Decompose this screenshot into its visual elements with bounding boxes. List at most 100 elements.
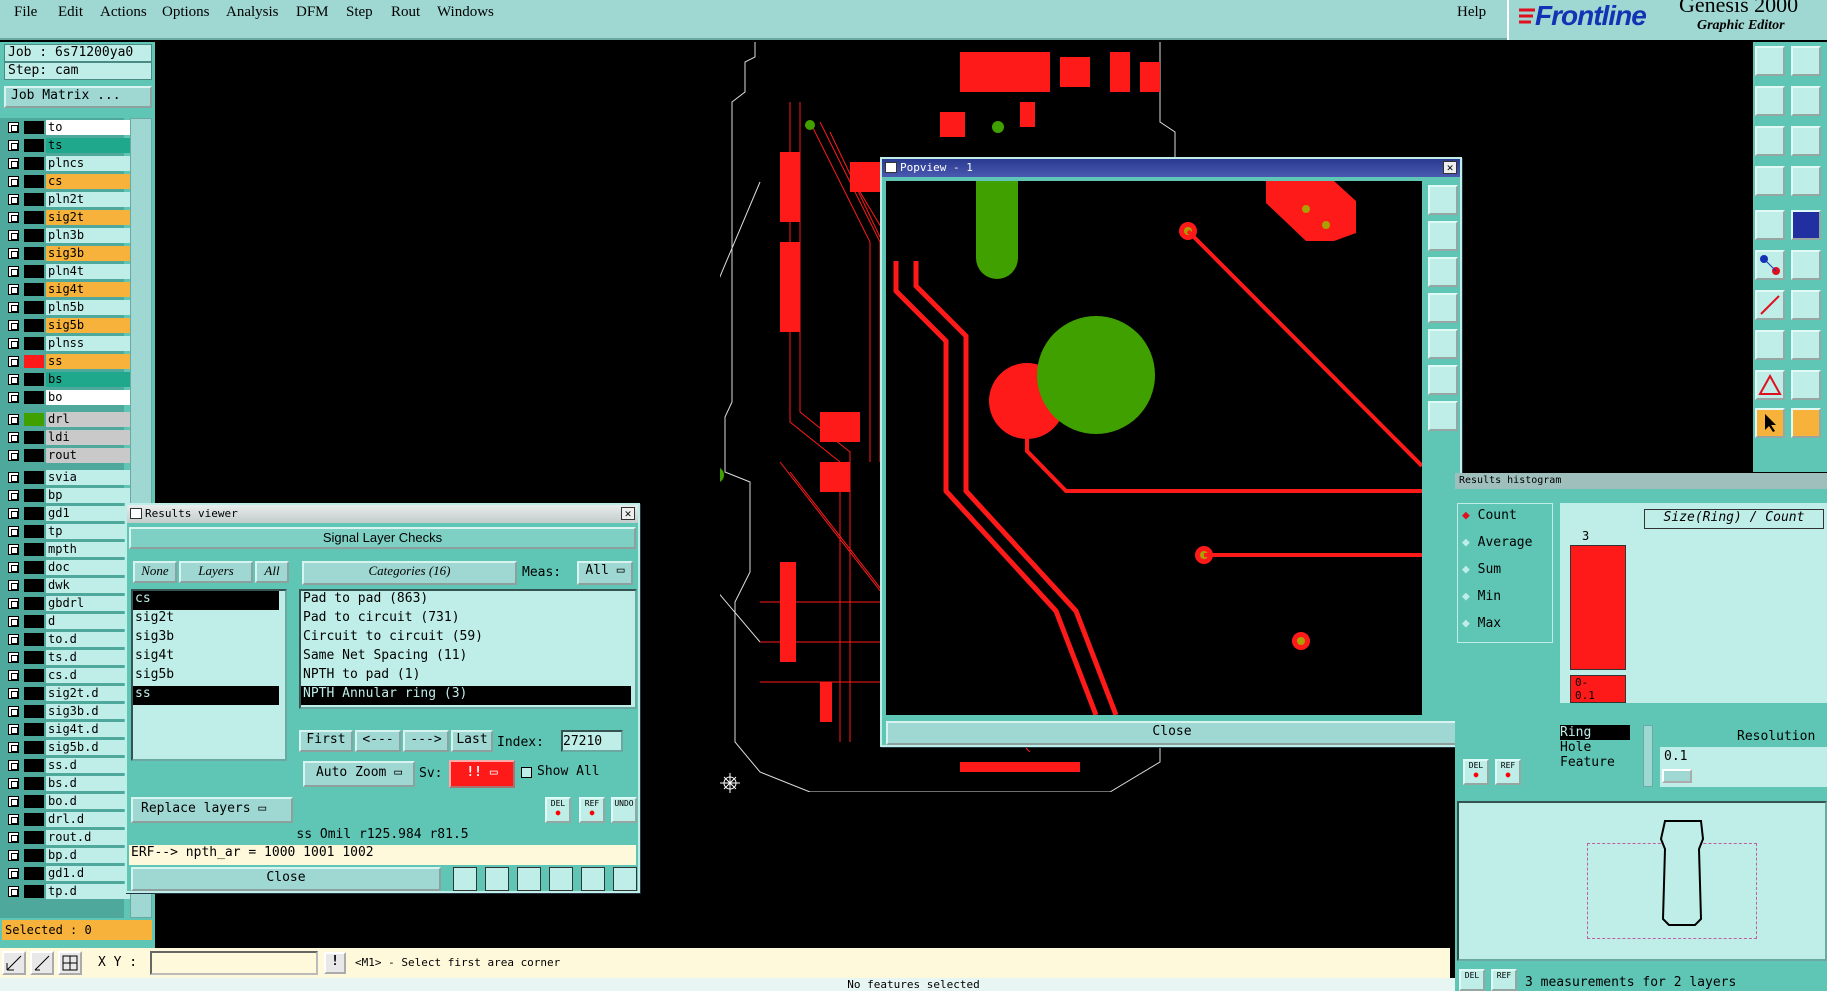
layer-checkbox[interactable] (8, 392, 19, 403)
layer-checkbox[interactable] (8, 194, 19, 205)
layer-checkbox[interactable] (8, 598, 19, 609)
layer-row[interactable]: plnss (6, 336, 130, 351)
auto-zoom-dropdown[interactable]: Auto Zoom ▭ (303, 761, 415, 787)
layer-row[interactable]: sig3b (6, 246, 130, 261)
overview-del-button[interactable]: DEL (1459, 969, 1485, 991)
severity-dropdown[interactable]: !! ▭ (449, 760, 515, 788)
report-icon[interactable] (581, 867, 605, 891)
layer-color-swatch[interactable] (24, 157, 44, 170)
line-icon[interactable] (1755, 290, 1785, 320)
layer-checkbox[interactable] (8, 562, 19, 573)
net-icon[interactable] (1755, 250, 1785, 280)
histogram-option[interactable]: ◆ Sum (1462, 562, 1501, 577)
layer-color-swatch[interactable] (24, 121, 44, 134)
layer-row[interactable]: sig3b.d (6, 704, 130, 719)
layer-row[interactable]: dwk (6, 578, 130, 593)
layer-color-swatch[interactable] (24, 229, 44, 242)
layer-row[interactable]: bo.d (6, 794, 130, 809)
layer-color-swatch[interactable] (24, 391, 44, 404)
layer-checkbox[interactable] (8, 580, 19, 591)
layer-color-swatch[interactable] (24, 373, 44, 386)
layer-color-swatch[interactable] (24, 723, 44, 736)
layer-checkbox[interactable] (8, 850, 19, 861)
layer-row[interactable]: ss (6, 354, 130, 369)
radio-icon[interactable]: ◆ (1462, 562, 1470, 577)
layer-color-swatch[interactable] (24, 449, 44, 462)
layer-color-swatch[interactable] (24, 471, 44, 484)
show-all-checkbox[interactable] (521, 767, 532, 778)
layer-checkbox[interactable] (8, 140, 19, 151)
result-layer-item[interactable]: sig5b (133, 667, 279, 686)
highlight-icon[interactable] (453, 867, 477, 891)
result-layer-item[interactable]: sig3b (133, 629, 279, 648)
select-arrow-icon[interactable] (1755, 408, 1785, 438)
layer-row[interactable]: pln4t (6, 264, 130, 279)
none-button[interactable]: None (133, 561, 177, 583)
menu-step[interactable]: Step (346, 4, 373, 21)
menu-help[interactable]: Help (1457, 4, 1486, 21)
layer-checkbox[interactable] (8, 778, 19, 789)
layer-row[interactable]: gd1.d (6, 866, 130, 881)
layer-row[interactable]: sig2t.d (6, 686, 130, 701)
layer-results-list[interactable]: cs sig2t sig3b sig4t sig5b ss (131, 589, 287, 761)
measure-scrollbar[interactable] (1643, 725, 1653, 787)
layer-checkbox[interactable] (8, 616, 19, 627)
menu-file[interactable]: File (14, 4, 37, 21)
popview-fit-icon[interactable] (1428, 257, 1458, 287)
result-category-item[interactable]: NPTH to pad (1) (301, 667, 631, 686)
layer-color-swatch[interactable] (24, 867, 44, 880)
layer-row[interactable]: drl (6, 412, 130, 427)
layer-checkbox[interactable] (8, 634, 19, 645)
layer-color-swatch[interactable] (24, 319, 44, 332)
layer-color-swatch[interactable] (24, 759, 44, 772)
layer-color-swatch[interactable] (24, 669, 44, 682)
radio-icon[interactable]: ◆ (1462, 508, 1470, 523)
layer-checkbox[interactable] (8, 688, 19, 699)
radio-icon[interactable]: ◆ (1462, 535, 1470, 550)
layer-checkbox[interactable] (8, 450, 19, 461)
window-menu-icon[interactable] (885, 162, 897, 173)
menu-options[interactable]: Options (162, 4, 210, 21)
layer-row[interactable]: sig4t (6, 282, 130, 297)
popview-pan-right-icon[interactable] (1428, 329, 1458, 359)
layer-checkbox[interactable] (8, 176, 19, 187)
category-results-list[interactable]: Pad to pad (863) Pad to circuit (731) Circ… (299, 589, 637, 709)
result-category-item[interactable]: Pad to pad (863) (301, 591, 631, 610)
layer-row[interactable]: gd1 (6, 506, 130, 521)
result-category-item[interactable]: Pad to circuit (731) (301, 610, 631, 629)
replace-layers-dropdown[interactable]: Replace layers ▭ (131, 797, 293, 823)
result-layer-item[interactable]: sig2t (133, 610, 279, 629)
layer-color-swatch[interactable] (24, 337, 44, 350)
layer-checkbox[interactable] (8, 374, 19, 385)
layer-row[interactable]: drl.d (6, 812, 130, 827)
measure-hole[interactable]: Hole (1560, 740, 1642, 755)
histogram-option[interactable]: ◆ Min (1462, 589, 1501, 604)
layer-color-swatch[interactable] (24, 247, 44, 260)
pad-icon[interactable] (1755, 330, 1785, 360)
layer-row[interactable]: sig2t (6, 210, 130, 225)
result-category-item[interactable]: NPTH Annular ring (3) (301, 686, 631, 705)
layer-row[interactable]: rout.d (6, 830, 130, 845)
layer-row[interactable]: pln3b (6, 228, 130, 243)
layer-row[interactable]: tp.d (6, 884, 130, 899)
polygon-icon[interactable] (1791, 370, 1821, 400)
layer-checkbox[interactable] (8, 320, 19, 331)
layer-checkbox[interactable] (8, 230, 19, 241)
info-icon[interactable]: ! (324, 952, 346, 974)
layer-checkbox[interactable] (8, 302, 19, 313)
histogram-measure-list[interactable]: Ring Hole Feature (1560, 725, 1642, 787)
menu-dfm[interactable]: DFM (296, 4, 329, 21)
layer-row[interactable]: ss.d (6, 758, 130, 773)
layer-row[interactable]: pln5b (6, 300, 130, 315)
zoom-left-icon[interactable] (1755, 86, 1785, 116)
layer-checkbox[interactable] (8, 724, 19, 735)
layer-row[interactable]: ldi (6, 430, 130, 445)
layer-color-swatch[interactable] (24, 525, 44, 538)
layer-row[interactable]: bo (6, 390, 130, 405)
layer-color-swatch[interactable] (24, 507, 44, 520)
layer-row[interactable]: bp.d (6, 848, 130, 863)
layer-color-swatch[interactable] (24, 831, 44, 844)
popview-close-button[interactable]: Close (886, 721, 1458, 745)
layers-tab[interactable]: Layers (179, 561, 253, 583)
layer-checkbox[interactable] (8, 796, 19, 807)
